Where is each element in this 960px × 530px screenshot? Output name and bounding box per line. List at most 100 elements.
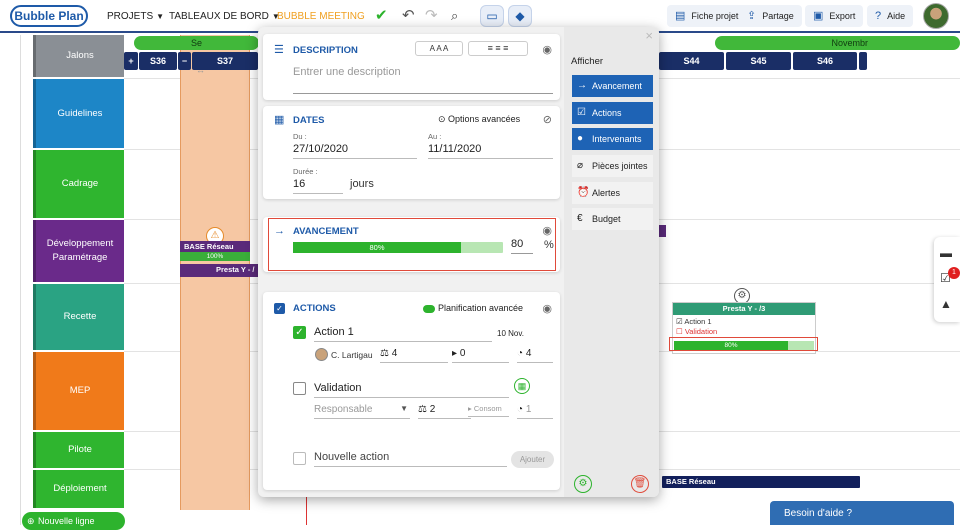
action-1-remaining[interactable]: ◔ 4 bbox=[517, 348, 553, 363]
toggle-actions[interactable]: ☑ Actions bbox=[572, 102, 653, 124]
add-action-button[interactable]: Ajouter bbox=[511, 451, 554, 468]
resize-icon[interactable]: ↔ bbox=[196, 65, 205, 75]
partage-button[interactable]: ⇪ Partage bbox=[739, 5, 802, 27]
lane-developpement[interactable]: Développement Paramétrage bbox=[33, 220, 124, 282]
to-label: Au : bbox=[428, 132, 442, 141]
eye-slash-icon[interactable]: ⊘ bbox=[543, 113, 552, 126]
advanced-options-toggle[interactable]: ⊙ Options avancées bbox=[438, 114, 520, 125]
arrow-icon: ▸ bbox=[452, 348, 460, 359]
lane-recette[interactable]: Recette bbox=[33, 284, 124, 350]
weight-icon: ⚖ bbox=[418, 404, 430, 415]
trash-icon[interactable]: 🗑 bbox=[631, 475, 649, 493]
action-2-checkbox[interactable] bbox=[293, 382, 306, 395]
task-progress: 100% bbox=[180, 252, 250, 261]
font-size-selector[interactable]: A A A bbox=[415, 41, 463, 56]
calendar-add-icon[interactable]: ▦ bbox=[514, 378, 530, 394]
action-2-load[interactable]: ⚖ 2 bbox=[418, 404, 471, 419]
zoom-out-button[interactable]: − bbox=[178, 52, 191, 70]
lane-jalons[interactable]: Jalons bbox=[33, 35, 124, 77]
checkbox-icon: ☑ bbox=[577, 107, 586, 118]
week-s45[interactable]: S45 bbox=[726, 52, 791, 70]
nav-bubble-meeting[interactable]: BUBBLE MEETING bbox=[277, 11, 365, 22]
new-action-checkbox bbox=[293, 452, 306, 465]
button-label: Aide bbox=[887, 11, 906, 21]
card-action-row: ☐ Validation bbox=[676, 327, 718, 336]
nav-label: PROJETS bbox=[107, 11, 154, 22]
action-2-assignee-select[interactable]: Responsable ▼ bbox=[314, 404, 410, 419]
export-button[interactable]: ▣ Export bbox=[805, 5, 864, 27]
caret-down-icon: ▼ bbox=[400, 404, 408, 413]
action-1-consumed[interactable]: ▸ 0 bbox=[452, 348, 509, 363]
description-input[interactable]: Entrer une description bbox=[293, 66, 553, 94]
action-1-assignee[interactable]: C. Lartigau bbox=[331, 350, 373, 360]
toggle-intervenants[interactable]: ● Intervenants bbox=[572, 128, 653, 150]
toggle-alertes[interactable]: ⏰ Alertes bbox=[572, 182, 653, 204]
lane-deploiement[interactable]: Déploiement bbox=[33, 470, 124, 508]
highlight-box bbox=[268, 218, 556, 271]
new-action-input[interactable]: Nouvelle action bbox=[314, 451, 507, 467]
task-base-reseau-2[interactable]: BASE Réseau bbox=[662, 476, 860, 488]
action-1-load[interactable]: ⚖ 4 bbox=[380, 348, 448, 363]
section-title: DESCRIPTION bbox=[293, 45, 358, 56]
eye-icon[interactable]: ◉ bbox=[542, 43, 552, 56]
settings-icon[interactable]: ⚙ bbox=[574, 475, 592, 493]
chat-icon[interactable]: ▬ bbox=[940, 246, 952, 260]
week-s36[interactable]: S36 bbox=[139, 52, 177, 70]
lane-guidelines[interactable]: Guidelines bbox=[33, 79, 124, 148]
user-avatar[interactable] bbox=[923, 3, 949, 29]
user-icon: ● bbox=[577, 133, 584, 144]
bell-icon[interactable]: ▲ bbox=[940, 297, 952, 311]
card-title: Presta Y - /3 bbox=[673, 303, 815, 315]
search-icon[interactable]: ⌕ bbox=[451, 7, 458, 25]
pie-icon: ◔ bbox=[517, 404, 526, 415]
aide-button[interactable]: ? Aide bbox=[867, 5, 914, 27]
book-icon: ▤ bbox=[675, 10, 686, 22]
undo-icon[interactable]: ↶ bbox=[402, 7, 415, 25]
text-align-selector[interactable]: ≡ ≡ ≡ bbox=[468, 41, 528, 56]
actions-section: ✓ ACTIONS Planification avancée ◉ ✓ Acti… bbox=[263, 292, 560, 490]
advanced-planning-toggle[interactable]: Planification avancée bbox=[423, 303, 523, 313]
zoom-in-button[interactable]: + bbox=[124, 52, 138, 70]
action-2-name[interactable]: Validation bbox=[314, 382, 509, 398]
redo-icon[interactable]: ↷ bbox=[425, 7, 438, 25]
fiche-projet-button[interactable]: ▤ Fiche projet bbox=[667, 5, 747, 27]
nav-label: TABLEAUX DE BORD bbox=[169, 11, 269, 22]
nav-tableaux-de-bord[interactable]: TABLEAUX DE BORD ▼ bbox=[169, 11, 280, 22]
action-1-name[interactable]: Action 1 bbox=[314, 326, 492, 342]
actions-check-icon[interactable]: ✓ bbox=[274, 303, 285, 314]
close-icon[interactable]: × bbox=[645, 28, 653, 43]
assignee-avatar bbox=[315, 348, 328, 361]
to-date-input[interactable]: 11/11/2020 bbox=[428, 143, 553, 159]
check-icon[interactable]: ✔ bbox=[375, 7, 388, 25]
duration-input[interactable]: 16 bbox=[293, 178, 343, 194]
task-presta-y[interactable]: Presta Y - / bbox=[180, 264, 260, 277]
toggle-avancement[interactable]: → Avancement bbox=[572, 75, 653, 97]
help-chat-button[interactable]: Besoin d'aide ? bbox=[770, 501, 954, 525]
display-panel: × Afficher → Avancement ☑ Actions ● Interve… bbox=[564, 27, 659, 497]
toggle-switch bbox=[423, 304, 435, 313]
toggle-budget[interactable]: € Budget bbox=[572, 208, 653, 230]
app-logo[interactable]: Bubble Plan bbox=[10, 5, 88, 27]
task-bar-stub[interactable] bbox=[658, 225, 666, 237]
from-date-input[interactable]: 27/10/2020 bbox=[293, 143, 417, 159]
calendar-view-button[interactable]: ▭ bbox=[480, 5, 504, 27]
week-s46[interactable]: S46 bbox=[793, 52, 857, 70]
action-2-remaining[interactable]: ◔ 1 bbox=[517, 404, 553, 419]
highlight-box bbox=[669, 337, 818, 351]
lane-pilote[interactable]: Pilote bbox=[33, 432, 124, 468]
action-1-date[interactable]: 10 Nov. bbox=[497, 329, 524, 338]
card-action-label: Action 1 bbox=[684, 317, 712, 326]
eye-icon[interactable]: ◉ bbox=[542, 302, 552, 315]
milestone-view-button[interactable]: ◆ bbox=[508, 5, 532, 27]
lane-mep[interactable]: MEP bbox=[33, 352, 124, 430]
week-next[interactable] bbox=[859, 52, 867, 70]
action-2-consumed[interactable]: ▸ Consom bbox=[468, 404, 509, 417]
nav-projets[interactable]: PROJETS ▼ bbox=[107, 11, 164, 22]
new-line-button[interactable]: ⊕ Nouvelle ligne bbox=[22, 512, 125, 530]
toggle-label: Actions bbox=[592, 108, 622, 118]
action-1-checkbox[interactable]: ✓ bbox=[293, 326, 306, 339]
toggle-pieces-jointes[interactable]: ⌀ Pièces jointes bbox=[572, 155, 653, 177]
right-rail: ▬ ☑ 1 ▲ bbox=[934, 237, 960, 322]
lane-cadrage[interactable]: Cadrage bbox=[33, 150, 124, 218]
week-s44[interactable]: S44 bbox=[659, 52, 724, 70]
